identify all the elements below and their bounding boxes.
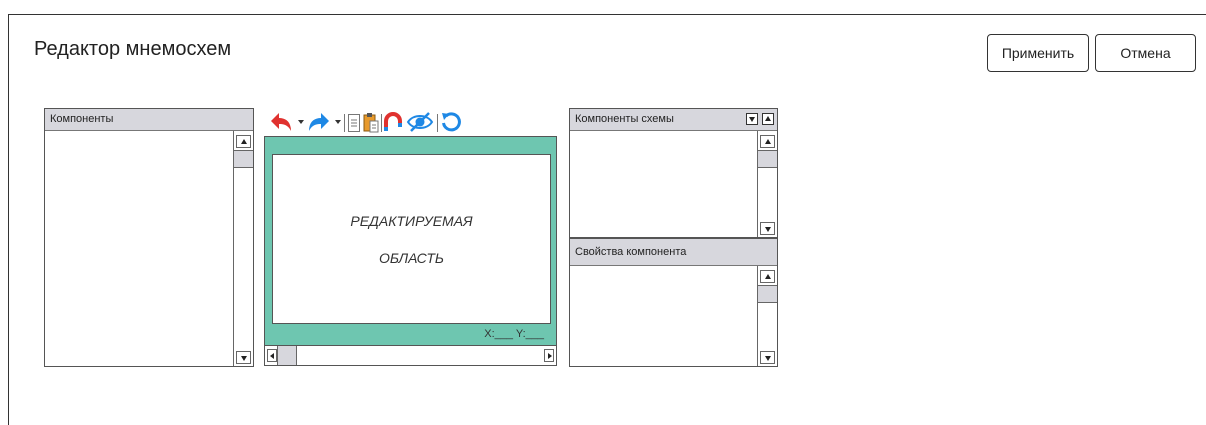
redo-icon[interactable]	[306, 110, 332, 139]
toolbar-separator	[381, 114, 382, 132]
scroll-up-button[interactable]	[236, 135, 251, 148]
collapse-up-icon[interactable]	[762, 113, 774, 125]
components-scrollbar[interactable]	[233, 131, 253, 366]
scroll-right-button[interactable]	[544, 349, 554, 362]
schema-components-list[interactable]	[570, 131, 757, 237]
scroll-down-button[interactable]	[236, 351, 251, 364]
properties-scrollbar[interactable]	[757, 266, 777, 366]
hide-icon[interactable]	[406, 111, 434, 138]
cursor-coordinates: X:___ Y:___	[484, 328, 544, 340]
components-panel-title: Компоненты	[45, 109, 253, 131]
toolbar-separator	[437, 114, 438, 132]
scroll-left-button[interactable]	[267, 349, 277, 362]
page-title: Редактор мнемосхем	[34, 38, 232, 60]
editor-hscrollbar[interactable]	[265, 345, 556, 365]
scroll-thumb[interactable]	[758, 285, 777, 303]
undo-icon[interactable]	[268, 110, 294, 139]
copy-icon[interactable]	[347, 113, 361, 138]
scroll-down-button[interactable]	[760, 351, 775, 364]
components-list[interactable]	[45, 131, 233, 366]
toolbar-separator	[344, 114, 345, 132]
apply-button[interactable]: Применить	[987, 34, 1089, 72]
magnet-icon[interactable]	[383, 112, 403, 137]
paste-icon[interactable]	[363, 112, 379, 138]
scroll-up-button[interactable]	[760, 270, 775, 283]
redo-dropdown-icon[interactable]	[335, 120, 341, 124]
editable-area-label-line2: ОБЛАСТЬ	[379, 250, 444, 266]
undo-dropdown-icon[interactable]	[298, 120, 304, 124]
editable-area[interactable]: РЕДАКТИРУЕМАЯ ОБЛАСТЬ	[272, 154, 551, 324]
scroll-thumb[interactable]	[277, 346, 297, 365]
editor-canvas: РЕДАКТИРУЕМАЯ ОБЛАСТЬ X:___ Y:___	[264, 136, 557, 366]
schema-components-scrollbar[interactable]	[757, 131, 777, 237]
editable-area-label-line1: РЕДАКТИРУЕМАЯ	[350, 213, 473, 229]
schema-components-panel: Компоненты схемы	[569, 108, 778, 238]
component-properties-list[interactable]	[570, 266, 757, 366]
scroll-thumb[interactable]	[758, 150, 777, 168]
component-properties-panel-title: Свойства компонента	[570, 239, 777, 266]
collapse-down-icon[interactable]	[746, 113, 758, 125]
component-properties-panel: Свойства компонента	[569, 238, 778, 367]
scroll-thumb[interactable]	[234, 150, 253, 168]
cancel-button[interactable]: Отмена	[1095, 34, 1196, 72]
scroll-up-button[interactable]	[760, 135, 775, 148]
scroll-down-button[interactable]	[760, 222, 775, 235]
refresh-icon[interactable]	[440, 111, 462, 138]
editor-toolbar	[268, 110, 508, 136]
components-panel: Компоненты	[44, 108, 254, 367]
